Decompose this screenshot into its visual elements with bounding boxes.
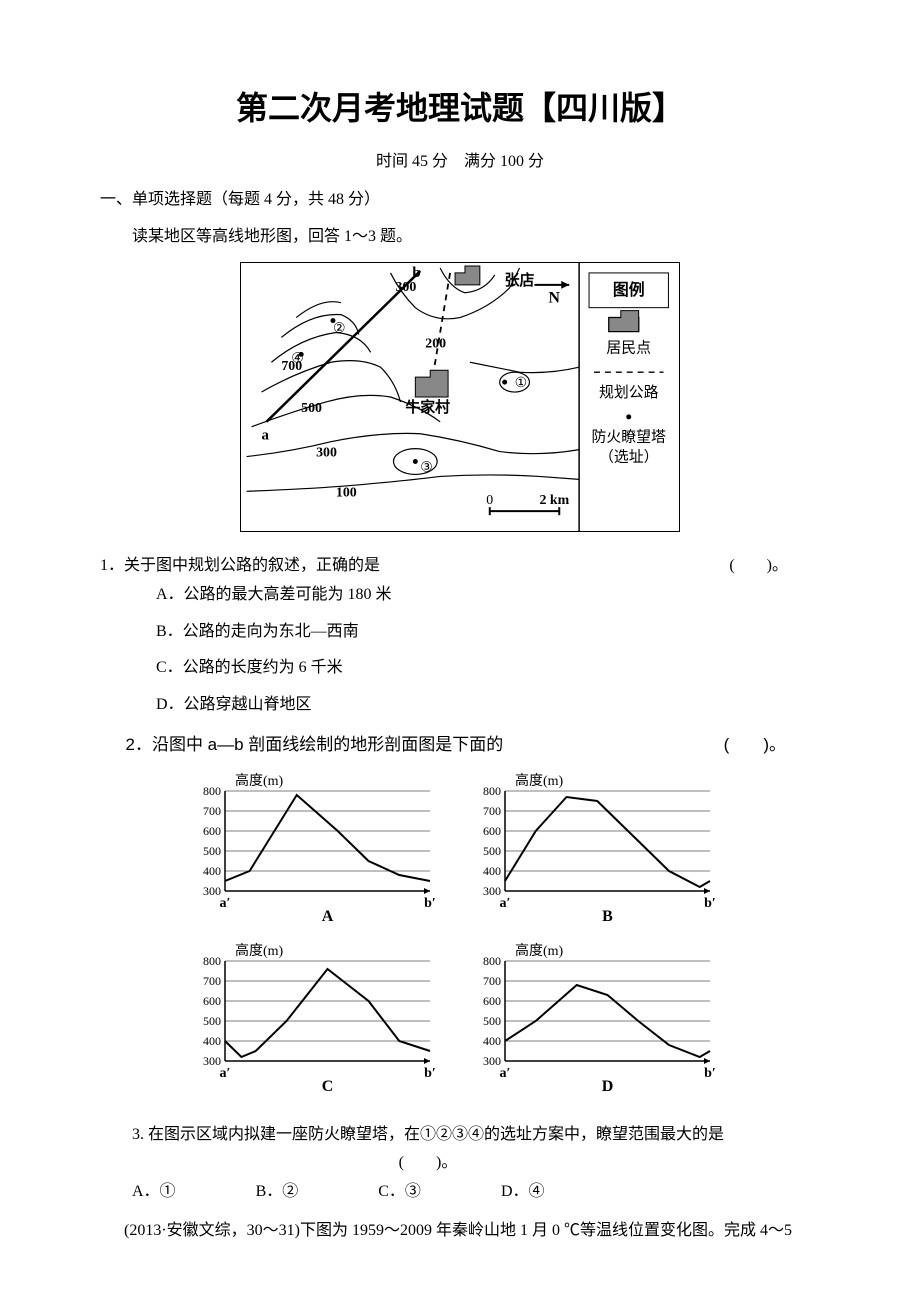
- label-zhangdian: 张店: [505, 271, 535, 289]
- svg-text:500: 500: [203, 1014, 221, 1028]
- scale-2km: 2 km: [539, 493, 569, 508]
- svg-text:500: 500: [483, 1014, 501, 1028]
- svg-text:A: A: [322, 908, 334, 925]
- svg-text:800: 800: [203, 954, 221, 968]
- svg-text:B: B: [602, 908, 613, 925]
- q1-blank: ( )。: [729, 552, 788, 581]
- profile-charts: 高度(m) 300 400 500 600 700 800 a′ b′ A 高度(m) 300 400 5…: [100, 771, 820, 1111]
- svg-text:800: 800: [483, 954, 501, 968]
- legend-title: 图例: [613, 280, 645, 299]
- svg-text:D: D: [602, 1078, 614, 1095]
- label-a: a: [261, 428, 269, 444]
- q1-opt-d: D．公路穿越山脊地区: [156, 691, 820, 720]
- label-300-top: 300: [395, 280, 416, 295]
- question-3: 3. 在图示区域内拟建一座防火瞭望塔，在①②③④的选址方案中，瞭望范围最大的是 …: [100, 1121, 820, 1207]
- label-200: 200: [425, 336, 446, 351]
- svg-text:a′: a′: [220, 1066, 231, 1081]
- svg-text:高度(m): 高度(m): [235, 772, 284, 789]
- svg-text:高度(m): 高度(m): [515, 772, 564, 789]
- svg-text:700: 700: [483, 804, 501, 818]
- q1-opt-b: B．公路的走向为东北—西南: [156, 618, 820, 647]
- legend-tower: 防火瞭望塔: [592, 429, 666, 446]
- svg-text:800: 800: [203, 784, 221, 798]
- label-c4: ④: [291, 351, 303, 366]
- svg-text:400: 400: [483, 1034, 501, 1048]
- q3-blank: ( )。: [132, 1149, 724, 1178]
- label-c1: ①: [515, 376, 527, 391]
- question-2: 2．沿图中 a—b 剖面线绘制的地形剖面图是下面的 ( )。: [100, 730, 820, 761]
- svg-text:高度(m): 高度(m): [515, 942, 564, 959]
- q2-text: 2．沿图中 a—b 剖面线绘制的地形剖面图是下面的: [126, 730, 504, 761]
- label-500: 500: [301, 401, 322, 416]
- svg-text:a′: a′: [500, 896, 511, 911]
- svg-text:600: 600: [483, 824, 501, 838]
- svg-text:400: 400: [203, 1034, 221, 1048]
- svg-text:300: 300: [483, 884, 501, 898]
- q2-blank: ( )。: [724, 730, 786, 761]
- svg-text:300: 300: [203, 884, 221, 898]
- q3-text: 3. 在图示区域内拟建一座防火瞭望塔，在①②③④的选址方案中，瞭望范围最大的是: [132, 1121, 820, 1150]
- q3-opt-c: C．③: [378, 1178, 421, 1207]
- svg-text:b′: b′: [424, 896, 436, 911]
- citation: (2013·安徽文综，30～31)下图为 1959～2009 年秦岭山地 1 月…: [124, 1217, 820, 1246]
- section-header: 一、单项选择题（每题 4 分，共 48 分）: [100, 186, 820, 215]
- svg-text:400: 400: [483, 864, 501, 878]
- label-b: b: [412, 265, 420, 281]
- svg-text:b′: b′: [704, 1066, 716, 1081]
- svg-text:高度(m): 高度(m): [235, 942, 284, 959]
- scale-0: 0: [486, 493, 493, 508]
- label-c3: ③: [420, 460, 432, 475]
- svg-text:600: 600: [203, 994, 221, 1008]
- legend-tower2: （选址）: [599, 449, 659, 466]
- q3-opt-d: D．④: [501, 1178, 545, 1207]
- svg-text:500: 500: [483, 844, 501, 858]
- label-100: 100: [336, 485, 357, 500]
- svg-text:a′: a′: [500, 1066, 511, 1081]
- svg-text:600: 600: [483, 994, 501, 1008]
- svg-text:800: 800: [483, 784, 501, 798]
- north-label: N: [549, 290, 561, 307]
- q1-opt-c: C．公路的长度约为 6 千米: [156, 654, 820, 683]
- legend-settlement: 居民点: [606, 339, 651, 356]
- svg-text:300: 300: [483, 1054, 501, 1068]
- svg-text:b′: b′: [704, 896, 716, 911]
- svg-text:700: 700: [483, 974, 501, 988]
- page-title: 第二次月考地理试题【四川版】: [100, 80, 820, 138]
- subtitle: 时间 45 分 满分 100 分: [100, 148, 820, 177]
- q1-opt-a: A．公路的最大高差可能为 180 米: [156, 581, 820, 610]
- contour-map: 图例 居民点 规划公路 防火瞭望塔 （选址）: [100, 262, 820, 532]
- svg-text:400: 400: [203, 864, 221, 878]
- svg-text:a′: a′: [220, 896, 231, 911]
- label-300-bot: 300: [316, 446, 337, 461]
- svg-text:700: 700: [203, 974, 221, 988]
- legend-road: 规划公路: [599, 384, 659, 401]
- svg-text:500: 500: [203, 844, 221, 858]
- instruction: 读某地区等高线地形图，回答 1～3 题。: [132, 223, 820, 252]
- q1-text: 1．关于图中规划公路的叙述，正确的是: [100, 552, 380, 581]
- svg-text:600: 600: [203, 824, 221, 838]
- label-niujiacun: 牛家村: [405, 398, 450, 416]
- q3-opt-b: B．②: [256, 1178, 299, 1207]
- svg-text:b′: b′: [424, 1066, 436, 1081]
- svg-text:C: C: [322, 1078, 334, 1095]
- q3-opt-a: A．①: [132, 1178, 176, 1207]
- label-c2: ②: [333, 321, 345, 336]
- svg-text:300: 300: [203, 1054, 221, 1068]
- svg-text:700: 700: [203, 804, 221, 818]
- question-1: 1．关于图中规划公路的叙述，正确的是 ( )。 A．公路的最大高差可能为 180…: [100, 552, 820, 720]
